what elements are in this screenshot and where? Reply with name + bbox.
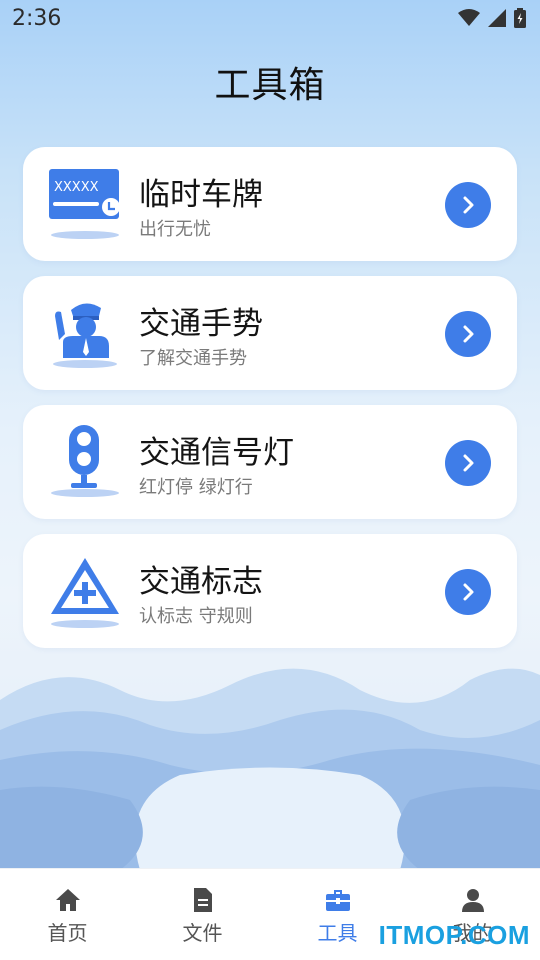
traffic-sign-icon bbox=[51, 558, 119, 628]
tab-label: 首页 bbox=[47, 921, 88, 945]
tool-subtitle: 红灯停 绿灯行 bbox=[139, 477, 253, 498]
battery-icon bbox=[514, 8, 526, 28]
wifi-icon bbox=[458, 9, 480, 26]
tool-card-traffic-gesture[interactable]: 交通手势 了解交通手势 bbox=[23, 276, 517, 390]
traffic-light-icon bbox=[51, 425, 119, 497]
status-bar: 2:36 bbox=[0, 0, 540, 36]
tool-card-traffic-light[interactable]: 交通信号灯 红灯停 绿灯行 bbox=[23, 405, 517, 519]
page-title: 工具箱 bbox=[214, 65, 326, 106]
chevron-right-icon[interactable] bbox=[445, 182, 491, 228]
tool-title: 交通手势 bbox=[139, 306, 263, 342]
user-icon bbox=[462, 889, 484, 912]
signal-icon bbox=[488, 9, 506, 27]
home-icon bbox=[56, 889, 80, 911]
status-icons bbox=[458, 8, 526, 28]
tab-label: 文件 bbox=[182, 921, 223, 945]
tool-card-traffic-sign[interactable]: 交通标志 认标志 守规则 bbox=[23, 534, 517, 648]
tool-subtitle: 了解交通手势 bbox=[139, 348, 247, 369]
traffic-police-icon bbox=[53, 303, 117, 368]
chevron-right-icon[interactable] bbox=[445, 311, 491, 357]
file-icon bbox=[194, 888, 212, 912]
tab-home[interactable]: 首页 bbox=[0, 869, 135, 960]
chevron-right-icon[interactable] bbox=[445, 440, 491, 486]
tool-title: 交通信号灯 bbox=[139, 435, 294, 471]
landscape-background bbox=[0, 668, 540, 870]
chevron-right-icon[interactable] bbox=[445, 569, 491, 615]
tool-card-temp-plate[interactable]: XXXXX 临时车牌 出行无忧 bbox=[23, 147, 517, 261]
tool-subtitle: 出行无忧 bbox=[139, 219, 211, 240]
tab-files[interactable]: 文件 bbox=[135, 869, 270, 960]
plate-text: XXXXX bbox=[54, 180, 99, 195]
tool-subtitle: 认标志 守规则 bbox=[139, 606, 253, 627]
temp-plate-icon: XXXXX bbox=[49, 169, 120, 239]
watermark: ITMOP.COM bbox=[378, 920, 530, 950]
tool-title: 临时车牌 bbox=[139, 177, 263, 213]
tool-title: 交通标志 bbox=[139, 564, 263, 600]
status-time: 2:36 bbox=[12, 6, 62, 31]
toolbox-icon bbox=[326, 890, 350, 911]
